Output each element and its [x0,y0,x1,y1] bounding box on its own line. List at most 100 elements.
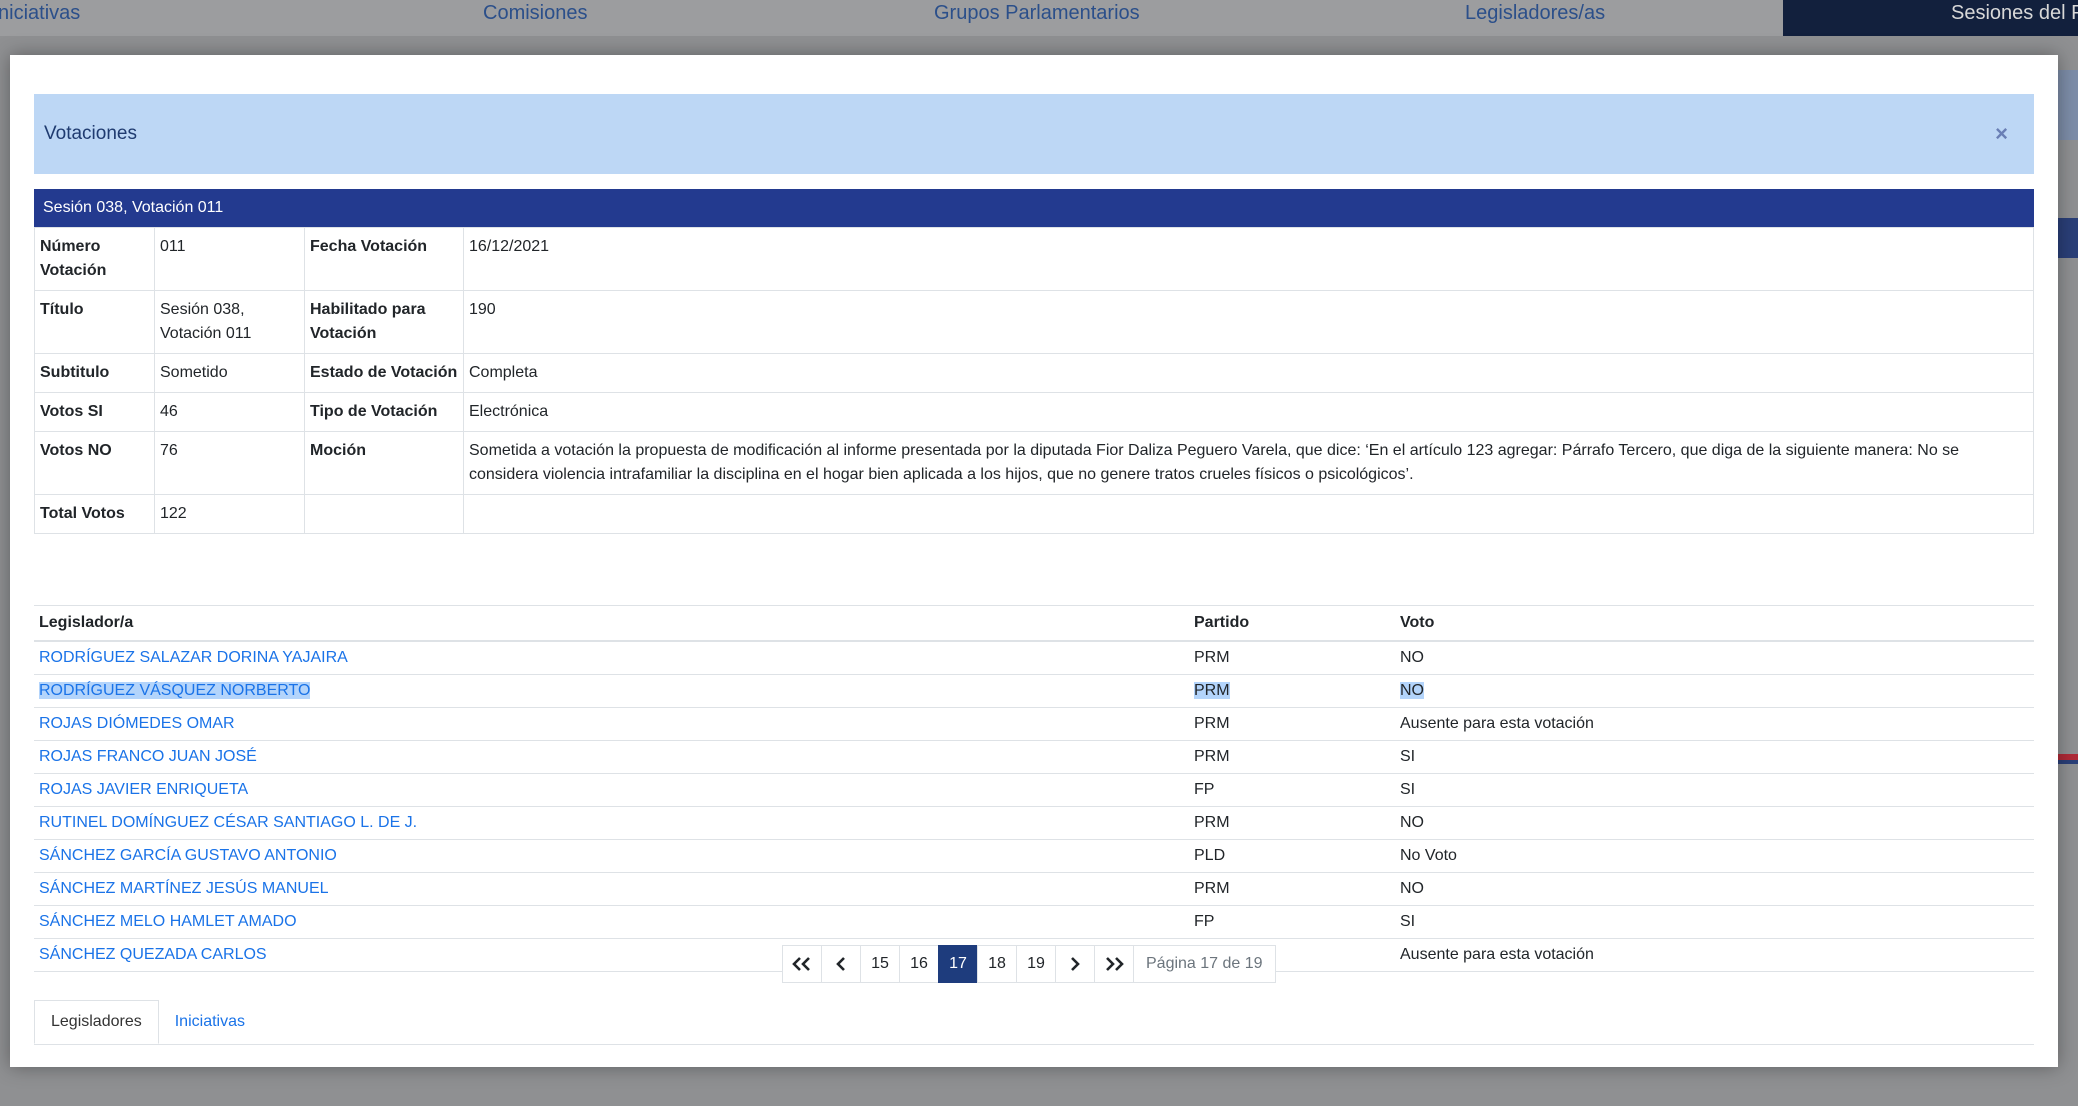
tab-iniciativas[interactable]: Iniciativas [159,1000,261,1044]
page-button[interactable]: 18 [977,945,1017,983]
table-row: ROJAS DIÓMEDES OMAR PRM Ausente para est… [34,707,2034,741]
table-row: RODRÍGUEZ SALAZAR DORINA YAJAIRA PRM NO [34,641,2034,675]
table-row: ROJAS FRANCO JUAN JOSÉ PRM SI [34,740,2034,774]
page-button[interactable]: 16 [899,945,939,983]
info-row: Votos NO 76 Moción Sometida a votación l… [34,431,2034,495]
voto-cell: No Voto [1395,839,2034,873]
partido-cell: FP [1189,905,1395,939]
partido-cell: PRM [1189,872,1395,906]
numero-label: Número Votación [34,227,155,291]
background-header-strip [2058,70,2078,140]
vote-info-table: Número Votación 011 Fecha Votación 16/12… [34,227,2034,534]
total-votos-value: 122 [154,494,305,534]
numero-value: 011 [154,227,305,291]
page-button[interactable]: 15 [860,945,900,983]
votos-si-value: 46 [154,392,305,432]
tipo-label: Tipo de Votación [304,392,464,432]
double-chevron-left-icon [792,957,810,971]
voto-cell: NO [1395,641,2034,675]
background-blue-line [2058,760,2078,764]
nav-link-iniciativas: niciativas [0,2,81,24]
info-row: Título Sesión 038, Votación 011 Habilita… [34,290,2034,354]
table-row: RODRÍGUEZ VÁSQUEZ NORBERTO PRM NO [34,674,2034,708]
estado-label: Estado de Votación [304,353,464,393]
nav-link-grupos: Grupos Parlamentarios [934,2,1140,24]
partido-cell: FP [1189,773,1395,807]
votos-no-label: Votos NO [34,431,155,495]
legislador-link[interactable]: RODRÍGUEZ SALAZAR DORINA YAJAIRA [39,649,348,666]
subtitulo-label: Subtitulo [34,353,155,393]
last-page-button[interactable] [1094,945,1134,983]
nav-link-comisiones: Comisiones [483,2,588,24]
next-page-button[interactable] [1055,945,1095,983]
info-row: Subtitulo Sometido Estado de Votación Co… [34,353,2034,393]
partido-cell: PLD [1189,839,1395,873]
legislador-link[interactable]: ROJAS FRANCO JUAN JOSÉ [39,748,257,765]
voto-cell: NO [1395,872,2034,906]
mocion-value: Sometida a votación la propuesta de modi… [463,431,2034,495]
bottom-tabs: Legisladores Iniciativas [34,1000,2034,1045]
modal-title: Votaciones [44,123,137,144]
legislador-link[interactable]: SÁNCHEZ MELO HAMLET AMADO [39,913,297,930]
prev-page-button[interactable] [821,945,861,983]
partido-cell: PRM [1189,740,1395,774]
titulo-value: Sesión 038, Votación 011 [154,290,305,354]
info-row: Total Votos 122 [34,494,2034,534]
legislador-link[interactable]: SÁNCHEZ MARTÍNEZ JESÚS MANUEL [39,880,329,897]
legislador-link[interactable]: ROJAS JAVIER ENRIQUETA [39,781,248,798]
titulo-label: Título [34,290,155,354]
voto-cell: SI [1395,905,2034,939]
page-info: Página 17 de 19 [1133,945,1276,983]
legislador-link[interactable]: SÁNCHEZ GARCÍA GUSTAVO ANTONIO [39,847,337,864]
tab-legisladores[interactable]: Legisladores [34,1000,159,1044]
table-row: RUTINEL DOMÍNGUEZ CÉSAR SANTIAGO L. DE J… [34,806,2034,840]
background-navbar: niciativas Comisiones Grupos Parlamentar… [0,0,2078,36]
empty-cell [304,494,464,534]
info-row: Número Votación 011 Fecha Votación 16/12… [34,227,2034,291]
header-legislador: Legislador/a [34,605,1189,642]
legislador-link[interactable]: ROJAS DIÓMEDES OMAR [39,715,235,732]
info-row: Votos SI 46 Tipo de Votación Electrónica [34,392,2034,432]
legislador-link[interactable]: RUTINEL DOMÍNGUEZ CÉSAR SANTIAGO L. DE J… [39,814,417,831]
table-row: ROJAS JAVIER ENRIQUETA FP SI [34,773,2034,807]
header-partido: Partido [1189,605,1395,642]
tipo-value: Electrónica [463,392,2034,432]
partido-cell: PRM [1189,707,1395,741]
table-row: SÁNCHEZ MELO HAMLET AMADO FP SI [34,905,2034,939]
page-button-current[interactable]: 17 [938,945,978,983]
close-button[interactable]: × [1995,121,2024,147]
votos-si-label: Votos SI [34,392,155,432]
voto-cell: Ausente para esta votación [1395,707,2034,741]
voto-cell: NO [1400,681,1424,699]
nav-link-sesiones: Sesiones del P [1783,0,2078,36]
table-row: SÁNCHEZ MARTÍNEZ JESÚS MANUEL PRM NO [34,872,2034,906]
votos-no-value: 76 [154,431,305,495]
fecha-value: 16/12/2021 [463,227,2034,291]
empty-cell [463,494,2034,534]
table-header-row: Legislador/a Partido Voto [34,605,2034,642]
mocion-label: Moción [304,431,464,495]
chevron-left-icon [836,957,845,971]
nav-link-legisladores: Legisladores/as [1465,2,1606,24]
page-button[interactable]: 19 [1016,945,1056,983]
partido-cell: PRM [1189,806,1395,840]
partido-cell: PRM [1194,681,1230,699]
legisladores-table: Legislador/a Partido Voto RODRÍGUEZ SALA… [34,605,2034,972]
session-title-bar: Sesión 038, Votación 011 [34,189,2034,227]
voto-cell: NO [1395,806,2034,840]
total-votos-label: Total Votos [34,494,155,534]
votaciones-modal: Votaciones × Sesión 038, Votación 011 Nú… [10,55,2058,1067]
legislador-link[interactable]: SÁNCHEZ QUEZADA CARLOS [39,946,267,963]
subtitulo-value: Sometido [154,353,305,393]
first-page-button[interactable] [782,945,822,983]
fecha-label: Fecha Votación [304,227,464,291]
session-title: Sesión 038, Votación 011 [43,199,224,216]
voto-cell: SI [1395,740,2034,774]
table-row: SÁNCHEZ GARCÍA GUSTAVO ANTONIO PLD No Vo… [34,839,2034,873]
estado-value: Completa [463,353,2034,393]
pagination: 15 16 17 18 19 Página 17 de 19 [782,945,1276,983]
double-chevron-right-icon [1106,957,1124,971]
modal-header: Votaciones × [34,94,2034,174]
legislador-link[interactable]: RODRÍGUEZ VÁSQUEZ NORBERTO [39,681,311,699]
partido-cell: PRM [1189,641,1395,675]
